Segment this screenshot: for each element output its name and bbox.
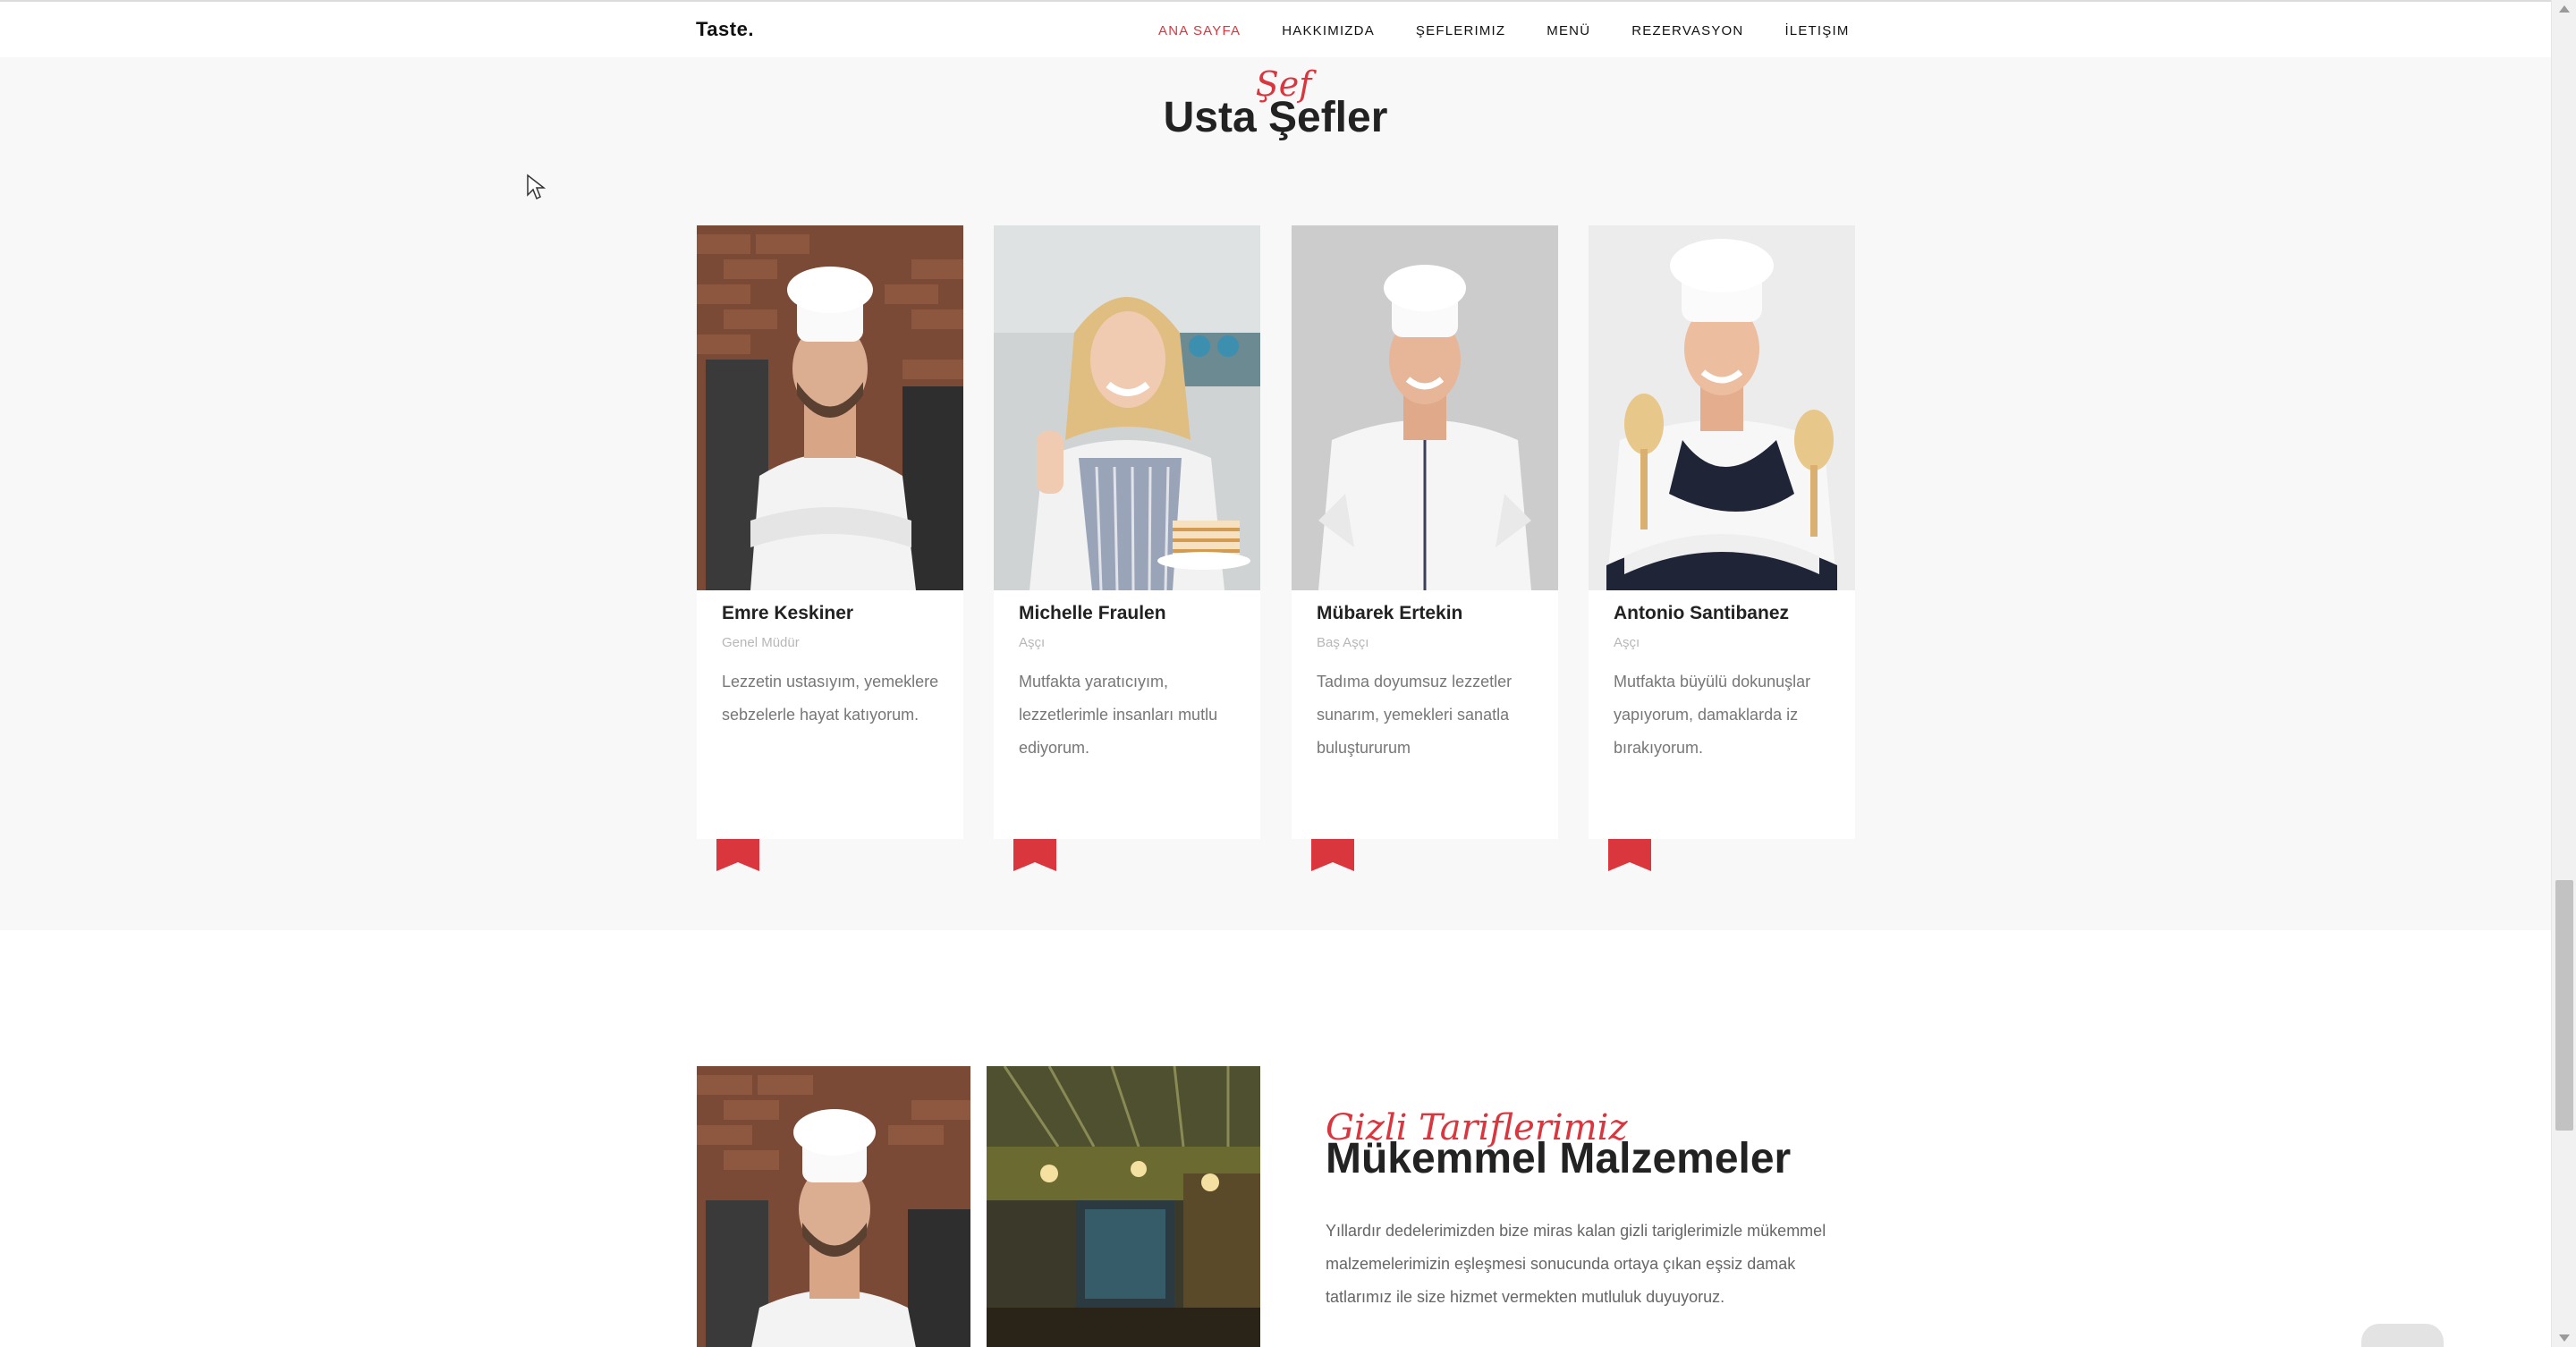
restaurant-interior-image (987, 1066, 1260, 1347)
mouse-cursor-icon (526, 174, 547, 205)
bookmark-ribbon-icon (716, 839, 759, 871)
nav-item-reservation[interactable]: REZERVASYON (1631, 23, 1743, 38)
scrollbar-thumb[interactable] (2555, 880, 2573, 1131)
bookmark-ribbon-icon (1608, 839, 1651, 871)
chef-description: Tadıma doyumsuz lezzetler sunarım, yemek… (1317, 673, 1513, 757)
chef-role: Aşçı (1614, 635, 1640, 650)
chef-name: Antonio Santibanez (1614, 603, 1789, 623)
top-navbar: Taste. ANA SAYFA HAKKIMIZDA ŞEFLERIMIZ M… (0, 0, 2551, 57)
scroll-down-icon[interactable] (2559, 1334, 2570, 1342)
nav-item-contact[interactable]: İLETIŞIM (1784, 23, 1849, 38)
nav-item-menu[interactable]: MENÜ (1546, 23, 1590, 38)
bookmark-ribbon-icon (1311, 839, 1354, 871)
chef-description: Lezzetin ustasıyım, yemeklere sebzelerle… (722, 673, 939, 724)
chef-name: Michelle Fraulen (1019, 603, 1166, 623)
chef-photo (994, 225, 1260, 590)
chef-description: Mutfakta büyülü dokunuşlar yapıyorum, da… (1614, 673, 1811, 757)
chef-card[interactable]: Michelle Fraulen Aşçı Mutfakta yaratıcıy… (994, 225, 1260, 871)
nav-item-about[interactable]: HAKKIMIZDA (1282, 23, 1375, 38)
chef-role: Baş Aşçı (1317, 635, 1369, 650)
chef-photo (1292, 225, 1558, 590)
chef-description: Mutfakta yaratıcıyım, lezzetlerimle insa… (1019, 673, 1218, 757)
nav-item-chefs[interactable]: ŞEFLERIMIZ (1416, 23, 1505, 38)
chef-role: Aşçı (1019, 635, 1046, 650)
chef-card[interactable]: Mübarek Ertekin Baş Aşçı Tadıma doyumsuz… (1292, 225, 1558, 871)
chefs-section: Şef Usta Şefler Emre Keskiner Genel Müdü… (0, 57, 2551, 930)
chef-image (697, 1066, 970, 1347)
chef-role: Genel Müdür (722, 635, 800, 650)
chef-photo (697, 225, 963, 590)
section-title: Mükemmel Malzemeler (1326, 1135, 1792, 1182)
bookmark-ribbon-icon (1013, 839, 1056, 871)
scroll-top-button[interactable] (2361, 1324, 2444, 1347)
chef-photo (1589, 225, 1855, 590)
brand-logo[interactable]: Taste. (696, 18, 754, 41)
nav-item-home[interactable]: ANA SAYFA (1158, 23, 1241, 38)
main-nav: ANA SAYFA HAKKIMIZDA ŞEFLERIMIZ MENÜ REZ… (1158, 23, 1891, 38)
chef-card[interactable]: Antonio Santibanez Aşçı Mutfakta büyülü … (1589, 225, 1855, 871)
section-paragraph: Yıllardır dedelerimizden bize miras kala… (1326, 1222, 1826, 1306)
scroll-up-icon[interactable] (2559, 5, 2570, 13)
chef-card[interactable]: Emre Keskiner Genel Müdür Lezzetin ustas… (697, 225, 963, 871)
chef-name: Emre Keskiner (722, 603, 854, 623)
chef-name: Mübarek Ertekin (1317, 603, 1463, 623)
ingredients-section: Gizli Tariflerimiz Mükemmel Malzemeler Y… (0, 930, 2551, 1347)
vertical-scrollbar[interactable] (2551, 0, 2576, 1347)
section-title: Usta Şefler (1163, 94, 1388, 141)
